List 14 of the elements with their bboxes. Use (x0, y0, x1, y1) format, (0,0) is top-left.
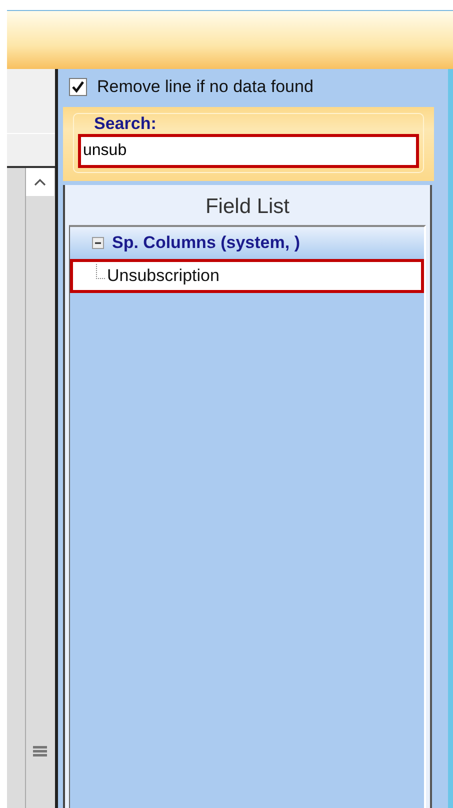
search-field[interactable]: unsub (78, 134, 419, 168)
collapse-icon[interactable] (92, 237, 104, 249)
group-label: Sp. Columns (system, ) (112, 233, 300, 253)
field-list-title: Field List (204, 194, 291, 220)
tree-group-header[interactable]: Sp. Columns (system, ) (70, 227, 424, 259)
tree-item[interactable]: Unsubscription (70, 259, 424, 293)
chevron-up-icon (33, 177, 47, 187)
grid-row (7, 134, 55, 168)
grip-icon (33, 744, 47, 758)
search-label: Search: (94, 114, 156, 134)
checkbox-label: Remove line if no data found (97, 77, 314, 97)
scroll-up-button[interactable] (26, 168, 54, 196)
checkbox[interactable] (69, 78, 87, 96)
grid-row (7, 69, 55, 134)
